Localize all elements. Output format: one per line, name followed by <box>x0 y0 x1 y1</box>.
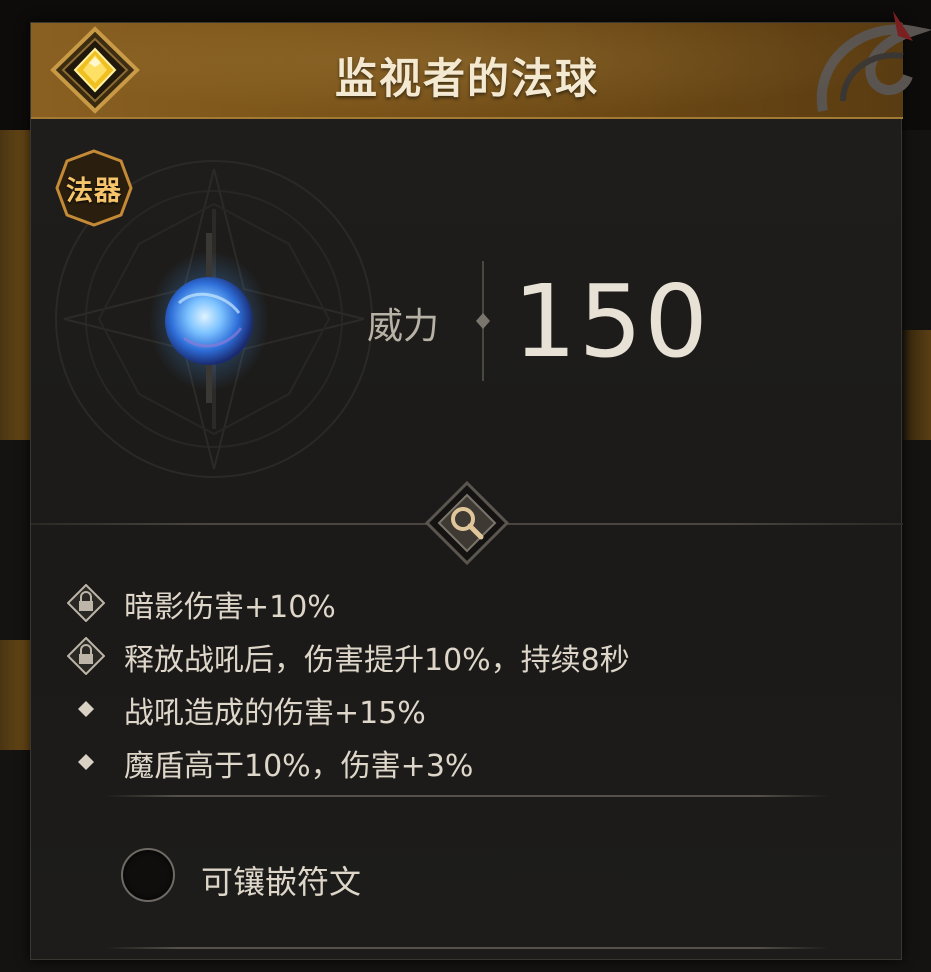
affix-text: 释放战吼后，伤害提升10%，持续8秒 <box>124 643 630 678</box>
power-stat-value: 150 <box>513 263 710 380</box>
affix-divider <box>105 795 829 797</box>
affix-text: 战吼造成的伤害+15% <box>124 696 426 731</box>
affix-row: 暗影伤害+10% <box>67 578 867 631</box>
orb-item-icon <box>149 233 269 403</box>
legendary-gem-icon <box>50 26 140 114</box>
diamond-bullet-icon <box>78 754 94 770</box>
item-hero-panel: 法器 威力 150 <box>31 121 903 523</box>
diamond-bullet-icon <box>78 701 94 717</box>
affix-text: 魔盾高于10%，伤害+3% <box>124 749 474 784</box>
item-tooltip-card: 监视者的法球 法器 威力 150 暗影伤害+10% 释放战吼后，伤害提升10%，… <box>30 11 931 960</box>
affix-row: 战吼造成的伤害+15% <box>67 684 867 737</box>
affix-list: 暗影伤害+10% 释放战吼后，伤害提升10%，持续8秒 战吼造成的伤害+15% … <box>67 578 867 790</box>
empty-rune-socket[interactable] <box>121 848 175 902</box>
rune-socket-row[interactable]: 可镶嵌符文 <box>121 845 621 905</box>
affix-row: 释放战吼后，伤害提升10%，持续8秒 <box>67 631 867 684</box>
inspect-magnifier-button[interactable] <box>425 481 509 565</box>
item-type-label: 法器 <box>66 176 122 207</box>
lock-diamond-icon <box>67 637 105 675</box>
lock-diamond-icon <box>67 584 105 622</box>
bottom-divider <box>105 947 829 949</box>
affix-row: 魔盾高于10%，伤害+3% <box>67 737 867 790</box>
socket-label: 可镶嵌符文 <box>201 863 362 901</box>
item-title-bar: 监视者的法球 <box>31 11 931 119</box>
stat-separator-icon <box>476 261 490 381</box>
swirl-ornament-icon <box>816 11 931 112</box>
affix-text: 暗影伤害+10% <box>124 590 336 625</box>
item-type-badge: 法器 <box>51 149 137 227</box>
power-stat-label: 威力 <box>367 306 440 347</box>
item-name: 监视者的法球 <box>334 54 599 103</box>
